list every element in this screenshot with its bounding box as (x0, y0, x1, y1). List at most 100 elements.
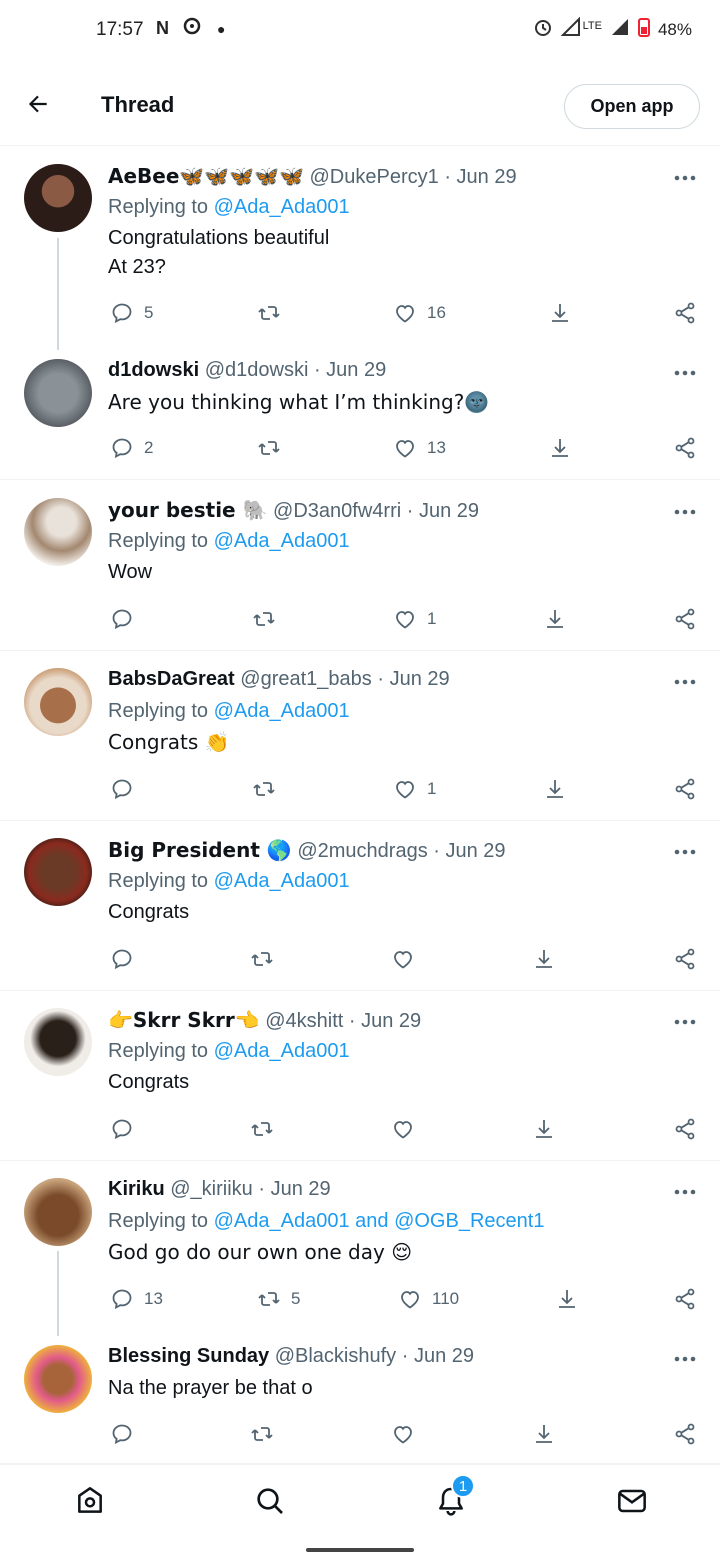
share-link-button[interactable] (673, 1114, 697, 1144)
like-button[interactable]: 1 (393, 604, 436, 634)
like-button[interactable] (391, 1419, 425, 1449)
home-indicator-bar[interactable] (306, 1548, 414, 1552)
reply-button[interactable] (110, 1114, 144, 1144)
author-handle[interactable]: @Blackishufy (275, 1345, 396, 1367)
tweet[interactable]: Blessing Sunday @Blackishufy · Jun 29 Na… (0, 1336, 720, 1464)
nav-messages[interactable] (614, 1483, 650, 1519)
avatar[interactable] (24, 498, 92, 566)
retweet-button[interactable] (257, 433, 291, 463)
tweet[interactable]: AeBee🦋🦋🦋🦋🦋 @DukePercy1 · Jun 29 Replying… (0, 146, 720, 350)
mention-link[interactable]: @Ada_Ada001 (214, 700, 350, 722)
mention-link[interactable]: @Ada_Ada001 (214, 1040, 350, 1062)
reply-button[interactable] (110, 774, 144, 804)
share-button[interactable] (548, 433, 572, 463)
retweet-button[interactable]: 5 (257, 1284, 300, 1314)
mention-link[interactable]: @Ada_Ada001 (214, 870, 350, 892)
avatar[interactable] (24, 359, 92, 427)
share-link-button[interactable] (673, 944, 697, 974)
tweet[interactable]: BabsDaGreat @great1_babs · Jun 29 Replyi… (0, 651, 720, 821)
tweet-date[interactable]: · Jun 29 (314, 359, 386, 381)
like-button[interactable]: 16 (393, 298, 446, 328)
share-button[interactable] (548, 298, 572, 328)
share-button[interactable] (532, 1114, 556, 1144)
reply-button[interactable]: 13 (110, 1284, 163, 1314)
author-name[interactable]: Big President 🌎 (108, 838, 292, 862)
tweet-date[interactable]: · Jun 29 (377, 668, 449, 690)
retweet-button[interactable] (250, 1114, 284, 1144)
author-name[interactable]: Kiriku (108, 1178, 165, 1200)
avatar[interactable] (24, 668, 92, 736)
tweet-date[interactable]: · Jun 29 (444, 166, 516, 188)
author-name[interactable]: d1dowski (108, 359, 199, 381)
share-link-button[interactable] (673, 1419, 697, 1449)
author-handle[interactable]: @DukePercy1 (310, 166, 439, 188)
nav-home[interactable] (72, 1483, 108, 1519)
more-options-button[interactable] (670, 1012, 700, 1032)
reply-button[interactable] (110, 1419, 144, 1449)
more-options-button[interactable] (670, 1349, 700, 1369)
more-options-button[interactable] (670, 363, 700, 383)
author-name[interactable]: Blessing Sunday (108, 1345, 269, 1367)
retweet-button[interactable] (250, 1419, 284, 1449)
author-handle[interactable]: @d1dowski (205, 359, 309, 381)
share-link-button[interactable] (673, 774, 697, 804)
share-button[interactable] (532, 1419, 556, 1449)
avatar[interactable] (24, 838, 92, 906)
tweet[interactable]: Big President 🌎 @2muchdrags · Jun 29 Rep… (0, 821, 720, 991)
share-link-button[interactable] (673, 298, 697, 328)
share-button[interactable] (532, 944, 556, 974)
share-button[interactable] (543, 774, 567, 804)
retweet-button[interactable] (257, 298, 291, 328)
nav-search[interactable] (252, 1483, 288, 1519)
tweet-date[interactable]: · Jun 29 (349, 1010, 421, 1032)
reply-button[interactable]: 5 (110, 298, 153, 328)
tweet[interactable]: Kiriku @_kiriiku · Jun 29 Replying to @A… (0, 1161, 720, 1336)
like-button[interactable] (391, 944, 425, 974)
reply-button[interactable] (110, 944, 144, 974)
retweet-button[interactable] (252, 604, 286, 634)
retweet-button[interactable] (252, 774, 286, 804)
tweet-date[interactable]: · Jun 29 (407, 500, 479, 522)
author-name[interactable]: your bestie 🐘 (108, 498, 267, 522)
author-handle[interactable]: @great1_babs (240, 668, 372, 690)
share-link-button[interactable] (673, 433, 697, 463)
more-options-button[interactable] (670, 842, 700, 862)
mention-link[interactable]: @Ada_Ada001 and @OGB_Recent1 (214, 1210, 545, 1232)
avatar[interactable] (24, 164, 92, 232)
share-button[interactable] (543, 604, 567, 634)
tweet[interactable]: your bestie 🐘 @D3an0fw4rri · Jun 29 Repl… (0, 480, 720, 651)
avatar[interactable] (24, 1178, 92, 1246)
more-options-button[interactable] (670, 1182, 700, 1202)
tweet[interactable]: d1dowski @d1dowski · Jun 29 Are you thin… (0, 350, 720, 480)
author-handle[interactable]: @2muchdrags (297, 840, 427, 862)
reply-button[interactable] (110, 604, 144, 634)
author-handle[interactable]: @D3an0fw4rri (273, 500, 401, 522)
like-button[interactable]: 110 (398, 1284, 459, 1314)
reply-button[interactable]: 2 (110, 433, 153, 463)
author-name[interactable]: BabsDaGreat (108, 668, 235, 690)
mention-link[interactable]: @Ada_Ada001 (214, 196, 350, 218)
more-options-button[interactable] (670, 168, 700, 188)
author-handle[interactable]: @4kshitt (265, 1010, 343, 1032)
more-options-button[interactable] (670, 502, 700, 522)
tweet-date[interactable]: · Jun 29 (402, 1345, 474, 1367)
like-button[interactable] (391, 1114, 425, 1144)
mention-link[interactable]: @Ada_Ada001 (214, 530, 350, 552)
tweet-date[interactable]: · Jun 29 (258, 1178, 330, 1200)
author-name[interactable]: AeBee🦋🦋🦋🦋🦋 (108, 164, 304, 188)
back-button[interactable] (22, 88, 54, 120)
share-link-button[interactable] (673, 1284, 697, 1314)
like-button[interactable]: 1 (393, 774, 436, 804)
tweet-date[interactable]: · Jun 29 (433, 840, 505, 862)
more-options-button[interactable] (670, 672, 700, 692)
author-name[interactable]: 👉Skrr Skrr👈 (108, 1008, 260, 1032)
share-button[interactable] (555, 1284, 579, 1314)
open-app-button[interactable]: Open app (564, 84, 700, 129)
avatar[interactable] (24, 1008, 92, 1076)
author-handle[interactable]: @_kiriiku (170, 1178, 253, 1200)
retweet-button[interactable] (250, 944, 284, 974)
tweet[interactable]: 👉Skrr Skrr👈 @4kshitt · Jun 29 Replying t… (0, 991, 720, 1161)
share-link-button[interactable] (673, 604, 697, 634)
avatar[interactable] (24, 1345, 92, 1413)
like-button[interactable]: 13 (393, 433, 446, 463)
